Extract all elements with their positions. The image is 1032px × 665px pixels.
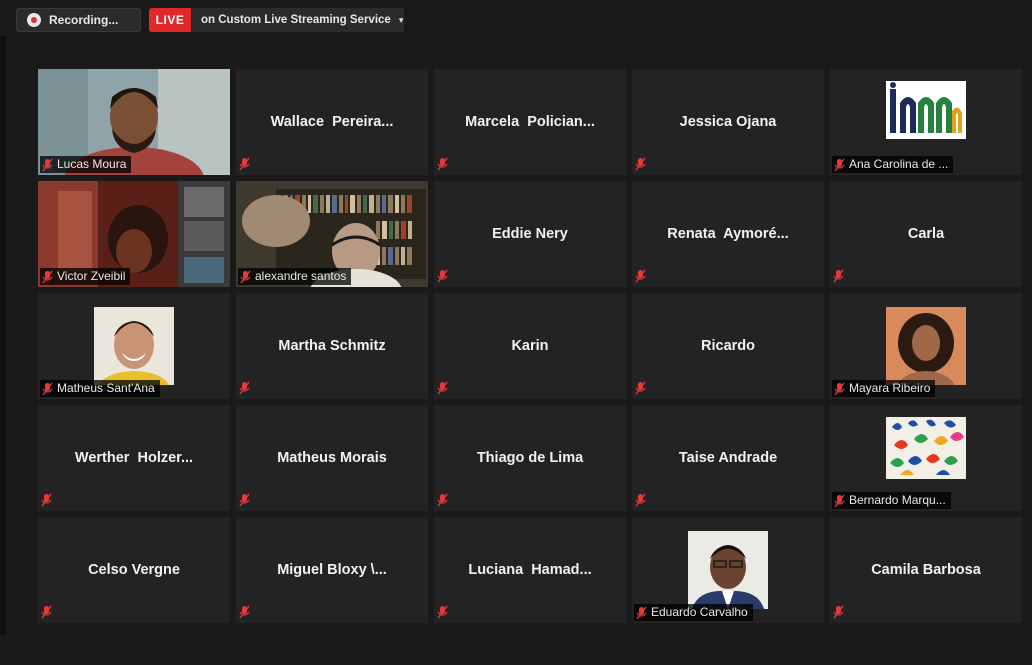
participant-name-label: alexandre santos	[238, 268, 352, 285]
muted-mic-icon	[636, 606, 647, 620]
muted-mic-icon	[240, 270, 251, 284]
muted-mic-icon	[239, 605, 250, 619]
participant-tile[interactable]: Matheus Sant'Ana	[38, 293, 230, 399]
participant-tile[interactable]: Werther Holzer...	[38, 405, 230, 511]
participant-tile[interactable]: Ana Carolina de ...	[830, 69, 1022, 175]
participant-artwork-image	[886, 417, 966, 479]
participant-tile[interactable]: Camila Barbosa	[830, 517, 1022, 623]
participant-tile-active-speaker[interactable]: alexandre santos	[236, 181, 428, 287]
participant-tile[interactable]: Matheus Morais	[236, 405, 428, 511]
muted-mic-icon	[41, 493, 52, 507]
participant-name: Luciana Hamad...	[468, 562, 592, 578]
muted-mic-icon	[834, 494, 845, 508]
participant-name-label: Bernardo Marqu...	[832, 492, 951, 509]
participant-name: Mayara Ribeiro	[849, 381, 931, 395]
bottom-area	[0, 635, 1032, 665]
live-stream-dropdown[interactable]: LIVE on Custom Live Streaming Service ▾	[149, 8, 404, 32]
participant-tile[interactable]: Miguel Bloxy \...	[236, 517, 428, 623]
participant-name-label: Matheus Sant'Ana	[40, 380, 160, 397]
muted-mic-icon	[239, 381, 250, 395]
muted-mic-icon	[635, 493, 646, 507]
participant-name: Jessica Ojana	[679, 114, 777, 130]
recording-indicator[interactable]: Recording...	[16, 8, 141, 32]
participant-tile[interactable]: Mayara Ribeiro	[830, 293, 1022, 399]
participant-name: Eddie Nery	[492, 226, 568, 242]
participant-name: Bernardo Marqu...	[849, 493, 946, 507]
muted-mic-icon	[41, 605, 52, 619]
participant-name: Lucas Moura	[57, 157, 127, 171]
participant-name: Thiago de Lima	[476, 450, 584, 466]
participant-name: Karin	[511, 338, 549, 354]
participant-profile-photo	[886, 307, 966, 385]
participant-tile[interactable]: Luciana Hamad...	[434, 517, 626, 623]
muted-mic-icon	[437, 605, 448, 619]
muted-mic-icon	[437, 157, 448, 171]
muted-mic-icon	[239, 157, 250, 171]
participant-name: Martha Schmitz	[278, 338, 386, 354]
muted-mic-icon	[635, 381, 646, 395]
participant-name: Ana Carolina de ...	[849, 157, 949, 171]
muted-mic-icon	[437, 269, 448, 283]
participant-name-label: Victor Zveibil	[40, 268, 131, 285]
participant-name: Carla	[907, 226, 945, 242]
meeting-topbar: Recording... LIVE on Custom Live Streami…	[0, 0, 1032, 36]
recording-label: Recording...	[49, 13, 119, 27]
participant-tile[interactable]: Renata Aymoré...	[632, 181, 824, 287]
participant-name: Taise Andrade	[678, 450, 778, 466]
chevron-down-icon: ▾	[398, 14, 404, 25]
muted-mic-icon	[42, 382, 53, 396]
participant-name-label: Lucas Moura	[40, 156, 132, 173]
participant-tile[interactable]: Jessica Ojana	[632, 69, 824, 175]
participant-name: Marcela Polician...	[465, 114, 595, 130]
participant-tile[interactable]: Karin	[434, 293, 626, 399]
participant-tile[interactable]: Celso Vergne	[38, 517, 230, 623]
live-service-label: on Custom Live Streaming Service	[201, 14, 391, 26]
participant-name: alexandre santos	[255, 269, 347, 283]
participant-tile[interactable]: Eduardo Carvalho	[632, 517, 824, 623]
participant-tile[interactable]: Taise Andrade	[632, 405, 824, 511]
participant-tile[interactable]: Bernardo Marqu...	[830, 405, 1022, 511]
participant-name: Wallace Pereira...	[270, 114, 394, 130]
muted-mic-icon	[437, 381, 448, 395]
participant-name-label: Eduardo Carvalho	[634, 604, 753, 621]
muted-mic-icon	[635, 269, 646, 283]
muted-mic-icon	[635, 157, 646, 171]
participant-tile[interactable]: Victor Zveibil	[38, 181, 230, 287]
muted-mic-icon	[833, 605, 844, 619]
participant-profile-photo	[688, 531, 768, 609]
participant-tile[interactable]: Martha Schmitz	[236, 293, 428, 399]
participant-tile[interactable]: Carla	[830, 181, 1022, 287]
muted-mic-icon	[42, 158, 53, 172]
muted-mic-icon	[833, 269, 844, 283]
muted-mic-icon	[834, 158, 845, 172]
participant-tile[interactable]: Wallace Pereira...	[236, 69, 428, 175]
participant-name: Werther Holzer...	[74, 450, 194, 466]
participant-name: Camila Barbosa	[871, 562, 981, 578]
participant-name: Matheus Morais	[277, 450, 387, 466]
participant-tile[interactable]: Eddie Nery	[434, 181, 626, 287]
participant-name: Matheus Sant'Ana	[57, 381, 155, 395]
participant-name: Miguel Bloxy \...	[277, 562, 387, 578]
participant-tile[interactable]: Thiago de Lima	[434, 405, 626, 511]
participant-name-label: Mayara Ribeiro	[832, 380, 936, 397]
cloud-record-icon	[27, 13, 41, 27]
participant-name: Eduardo Carvalho	[651, 605, 748, 619]
participant-logo-image	[886, 81, 966, 139]
participant-name-label: Ana Carolina de ...	[832, 156, 954, 173]
participant-name: Celso Vergne	[88, 562, 180, 578]
muted-mic-icon	[834, 382, 845, 396]
muted-mic-icon	[437, 493, 448, 507]
participant-tile[interactable]: Marcela Polician...	[434, 69, 626, 175]
window-edge	[0, 36, 6, 665]
participant-profile-photo	[94, 307, 174, 385]
muted-mic-icon	[239, 493, 250, 507]
participant-name: Victor Zveibil	[57, 269, 126, 283]
muted-mic-icon	[42, 270, 53, 284]
live-badge: LIVE	[149, 8, 191, 32]
participant-tile[interactable]: Lucas Moura	[38, 69, 230, 175]
participant-name: Ricardo	[701, 338, 755, 354]
participant-tile[interactable]: Ricardo	[632, 293, 824, 399]
participant-name: Renata Aymoré...	[667, 226, 789, 242]
